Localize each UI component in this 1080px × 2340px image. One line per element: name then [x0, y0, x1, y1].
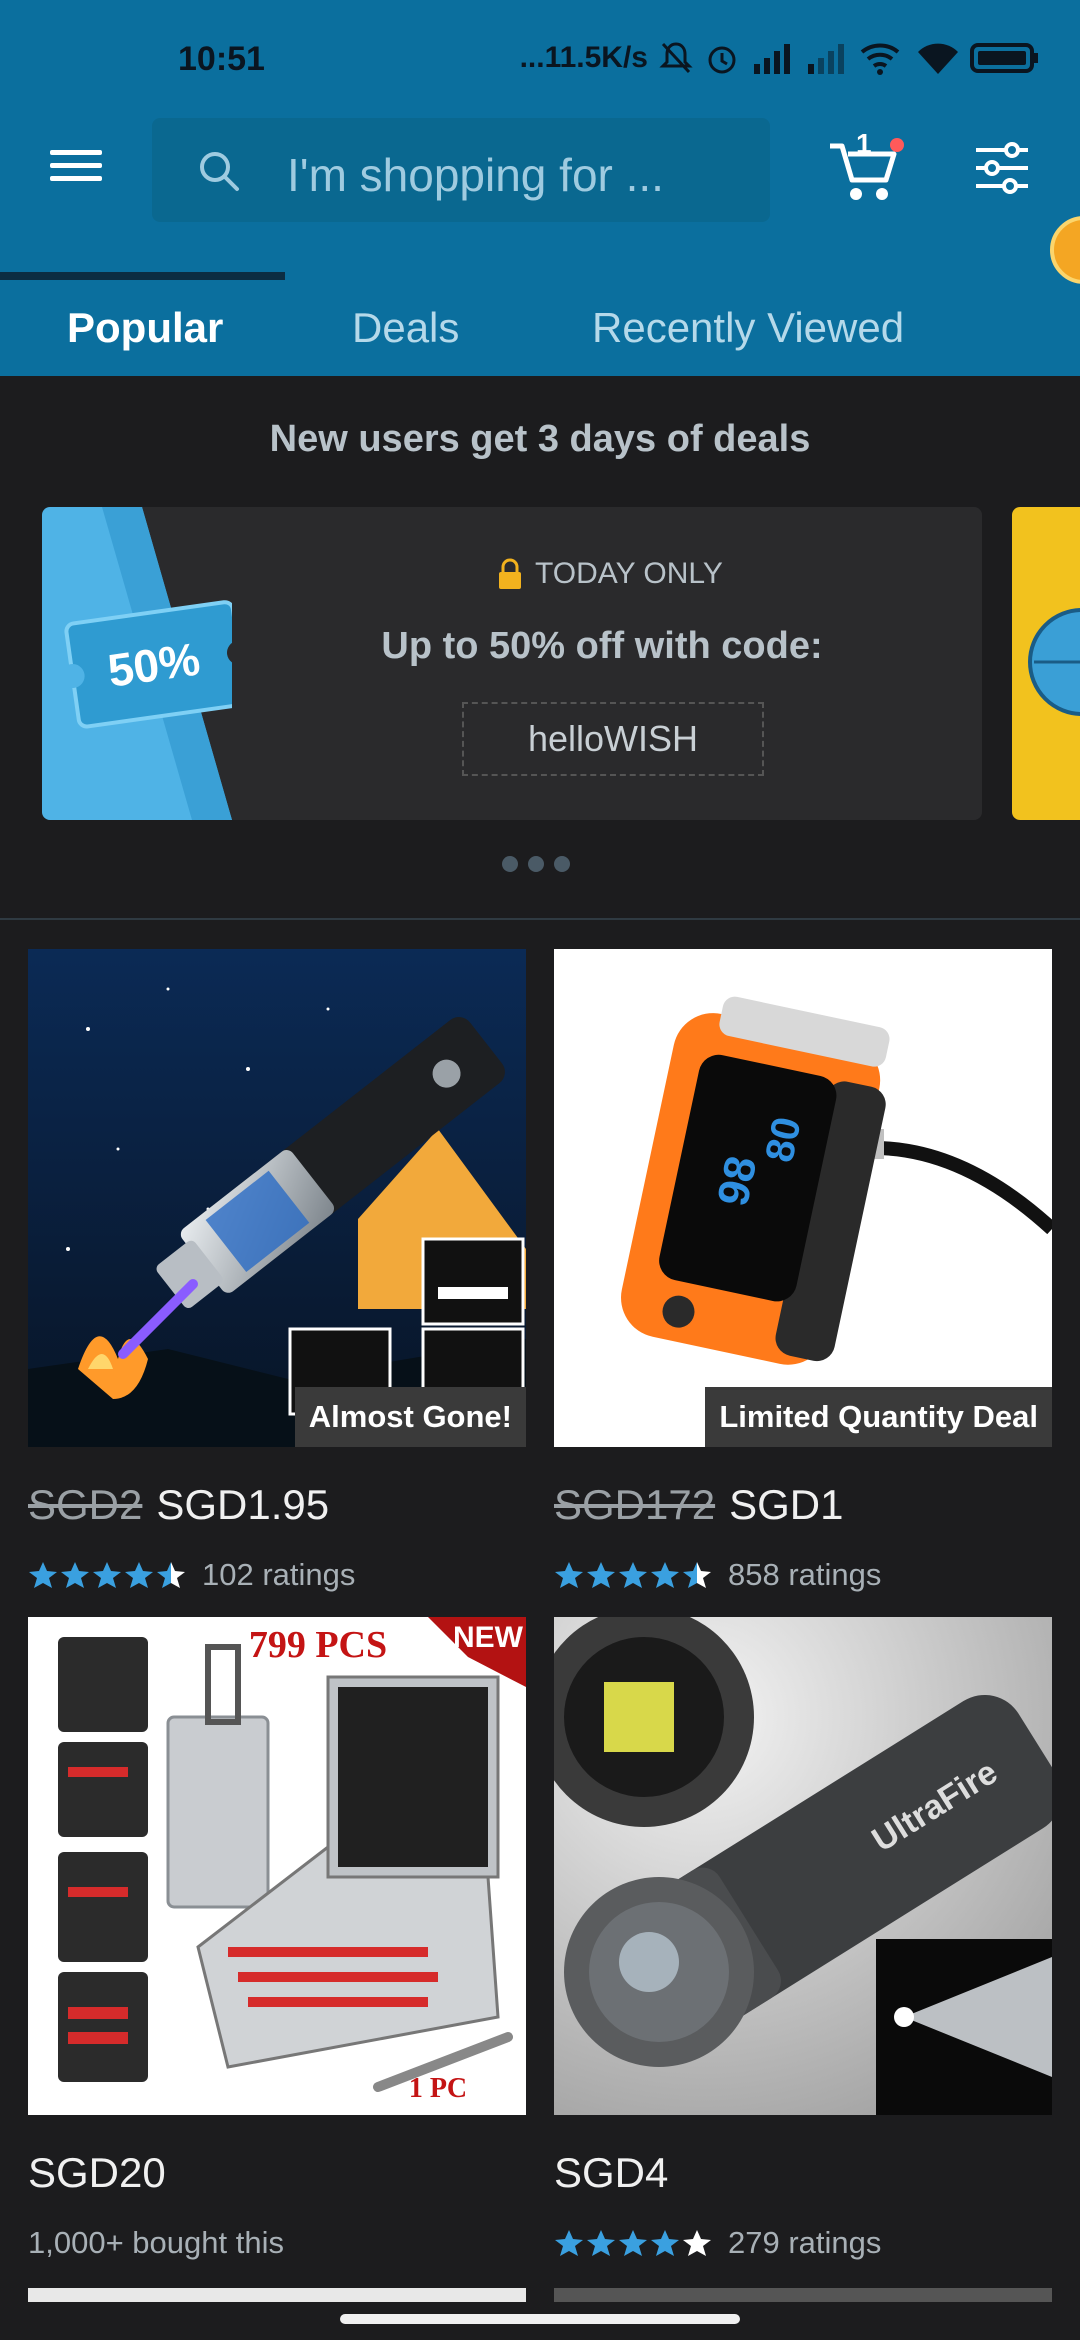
- signal-hd-2-icon: [808, 44, 844, 74]
- menu-button[interactable]: [46, 142, 106, 202]
- star-icon: [619, 1562, 647, 1588]
- status-time: 10:51: [178, 40, 265, 78]
- star-icon: [683, 2230, 711, 2256]
- menu-icon-line: [50, 150, 102, 155]
- next-product-peek[interactable]: [554, 2288, 1052, 2302]
- product-badge: Limited Quantity Deal: [705, 1387, 1052, 1447]
- star-icon: [93, 1562, 121, 1588]
- rating-row: 279 ratings: [554, 2225, 881, 2261]
- star-icon: [587, 2230, 615, 2256]
- search-input[interactable]: I'm shopping for ...: [152, 118, 770, 222]
- star-icon: [555, 2230, 583, 2256]
- alarm-icon: [708, 46, 736, 74]
- star-icon: [29, 1562, 57, 1588]
- tab-deals[interactable]: Deals: [352, 304, 459, 352]
- cart-notification-dot: [890, 138, 904, 152]
- image-text-799pcs: 799 PCS: [249, 1624, 387, 1666]
- star-icon: [587, 1562, 615, 1588]
- today-only-label: TODAY ONLY: [497, 557, 723, 591]
- network-speed: ...11.5K/s: [519, 41, 648, 74]
- promo-card[interactable]: 50% TODAY ONLY Up to 50% off with code: …: [42, 507, 982, 820]
- tab-active-indicator: [0, 272, 285, 280]
- star-icon: [619, 2230, 647, 2256]
- product-image[interactable]: 98 80 Limited Quantity Deal: [554, 949, 1052, 1447]
- product-card[interactable]: Almost Gone! SGD2 SGD1.95 102 ratings: [28, 949, 526, 1592]
- current-price: SGD1: [729, 1481, 844, 1528]
- section-divider: [0, 918, 1080, 920]
- battery-icon: [970, 43, 1038, 73]
- laser-pointer-image: [28, 949, 526, 1447]
- star-icon: [61, 1562, 89, 1588]
- star-icon: [555, 1562, 583, 1588]
- promo-card-next[interactable]: [1012, 507, 1080, 820]
- promo-heading: New users get 3 days of deals: [269, 418, 811, 460]
- carousel-dot[interactable]: [554, 856, 570, 872]
- svg-text:98: 98: [708, 1152, 766, 1210]
- current-price: SGD20: [28, 2149, 166, 2196]
- menu-icon-line: [50, 176, 102, 181]
- product-card[interactable]: 98 80 Limited Quantity Deal SGD172 SGD1 8…: [554, 949, 1052, 1592]
- current-price: SGD1.95: [156, 1481, 330, 1528]
- original-price: SGD172: [554, 1481, 716, 1528]
- filter-icon[interactable]: [972, 138, 1032, 198]
- bought-count: 1,000+ bought this: [28, 2225, 284, 2260]
- app-header: I'm shopping for ... 1 Popular Deals Rec…: [0, 90, 1080, 376]
- menu-icon-line: [50, 163, 102, 168]
- ratings-count: 102 ratings: [202, 1557, 356, 1592]
- tab-recently-viewed[interactable]: Recently Viewed: [592, 304, 904, 352]
- signal-hd-icon: [754, 44, 790, 74]
- carousel-dot[interactable]: [502, 856, 518, 872]
- price-row: SGD172 SGD1: [554, 1481, 843, 1529]
- globe-icon: [1028, 608, 1080, 716]
- search-placeholder: I'm shopping for ...: [287, 149, 664, 201]
- product-card[interactable]: 799 PCS NEW 1 PC SGD20 1,000+ bought thi…: [28, 1617, 526, 2260]
- rating-row: 102 ratings: [28, 1557, 355, 1593]
- star-icon: [125, 1562, 153, 1588]
- carousel-dots: [502, 856, 570, 872]
- mute-icon: [659, 42, 693, 74]
- carousel-dot[interactable]: [528, 856, 544, 872]
- home-indicator[interactable]: [340, 2314, 740, 2324]
- image-text-new: NEW: [453, 1621, 524, 1654]
- star-icon: [651, 2230, 679, 2256]
- ratings-count: 858 ratings: [728, 1557, 882, 1592]
- original-price: SGD2: [28, 1481, 143, 1528]
- price-row: SGD4: [554, 2149, 668, 2197]
- promo-offer-text: Up to 50% off with code:: [381, 625, 823, 667]
- wifi-plus-icon: [860, 43, 900, 75]
- cart-count: 1: [856, 128, 872, 159]
- oximeter-image: 98 80: [554, 949, 1052, 1447]
- promo-code[interactable]: helloWISH: [462, 702, 764, 776]
- star-icon: [651, 1562, 679, 1588]
- current-price: SGD4: [554, 2149, 669, 2196]
- today-only-text: TODAY ONLY: [535, 557, 723, 590]
- product-badge: Almost Gone!: [294, 1387, 526, 1447]
- star-icon: [683, 1562, 711, 1588]
- status-bar: 10:51 ...11.5K/s: [0, 0, 1080, 90]
- next-product-peek[interactable]: [28, 2288, 526, 2302]
- product-card[interactable]: UltraFire SGD4 279 ratings: [554, 1617, 1052, 2260]
- tab-bar: Popular Deals Recently Viewed: [0, 286, 1080, 376]
- wifi-icon: [918, 43, 958, 74]
- status-icons: ...11.5K/s: [520, 38, 1040, 78]
- tool-kit-image: 799 PCS NEW 1 PC: [28, 1617, 526, 2115]
- tab-popular[interactable]: Popular: [67, 304, 223, 352]
- ratings-count: 279 ratings: [728, 2225, 882, 2260]
- product-image[interactable]: 799 PCS NEW 1 PC: [28, 1617, 526, 2115]
- star-rating: [554, 1560, 712, 1590]
- product-image[interactable]: Almost Gone!: [28, 949, 526, 1447]
- rating-row: 858 ratings: [554, 1557, 881, 1593]
- flashlight-image: UltraFire: [554, 1617, 1052, 2115]
- star-rating: [554, 2228, 712, 2258]
- price-row: SGD20: [28, 2149, 166, 2197]
- price-row: SGD2 SGD1.95: [28, 1481, 329, 1529]
- product-image[interactable]: UltraFire: [554, 1617, 1052, 2115]
- star-icon: [157, 1562, 185, 1588]
- svg-text:80: 80: [757, 1113, 809, 1166]
- star-rating: [28, 1560, 186, 1590]
- image-text-1pc: 1 PC: [409, 2073, 467, 2104]
- search-icon: [200, 152, 239, 191]
- lock-icon: [499, 558, 521, 589]
